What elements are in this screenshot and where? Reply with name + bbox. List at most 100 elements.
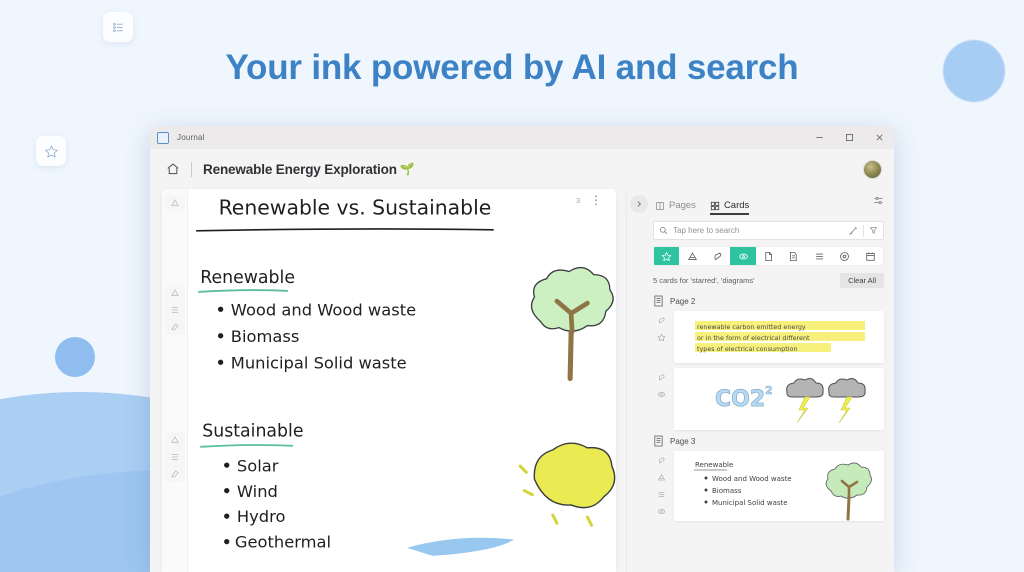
gutter-chip-section-2[interactable] bbox=[165, 432, 185, 482]
page-sheet[interactable]: 3 ⋮ Renewable vs. Sustainable Renewable … bbox=[162, 189, 616, 572]
card-row-note[interactable]: renewable carbon emitted energy or in th… bbox=[653, 311, 884, 363]
note-line-2: or in the form of electrical different bbox=[697, 334, 810, 342]
ink-pen-icon[interactable] bbox=[848, 226, 858, 236]
card-icon-column bbox=[653, 311, 669, 342]
gutter-chip-section[interactable] bbox=[165, 285, 185, 335]
search-input[interactable] bbox=[673, 226, 843, 235]
panel-tabs: Pages Cards bbox=[627, 189, 894, 215]
shape-icon bbox=[171, 199, 179, 206]
panel-collapse-button[interactable] bbox=[630, 195, 648, 213]
window-titlebar: Journal bbox=[150, 126, 894, 149]
filter-ink-button[interactable] bbox=[705, 247, 730, 265]
water-stroke bbox=[407, 537, 515, 556]
ink-title: Renewable vs. Sustainable bbox=[219, 195, 492, 219]
filter-icon[interactable] bbox=[869, 226, 878, 235]
card-row-diagram[interactable]: CO2 2 bbox=[653, 368, 884, 430]
storm-cloud-1 bbox=[786, 378, 824, 424]
tree-drawing bbox=[825, 462, 872, 521]
app-header: Renewable Energy Exploration 🌱 bbox=[150, 149, 894, 189]
at-icon bbox=[840, 251, 850, 261]
maximize-button[interactable] bbox=[834, 126, 864, 149]
ink-bullet-1: Wood and Wood waste bbox=[231, 300, 416, 319]
filter-shape-button[interactable] bbox=[679, 247, 704, 265]
home-icon bbox=[167, 163, 179, 175]
co2-superscript: 2 bbox=[765, 384, 773, 397]
home-button[interactable] bbox=[166, 162, 180, 176]
ink-heading-renewable: Renewable bbox=[200, 268, 295, 288]
page-group-header[interactable]: Page 2 bbox=[653, 295, 884, 307]
page-title[interactable]: Renewable Energy Exploration bbox=[203, 162, 397, 177]
panel-settings-button[interactable] bbox=[873, 193, 884, 215]
list-card-ink: Renewable Wood and Wood waste Biomass Mu… bbox=[694, 461, 872, 521]
search-divider bbox=[863, 224, 864, 237]
note-line-3: types of electrical consumption bbox=[697, 345, 798, 353]
floating-card-list bbox=[103, 12, 133, 42]
lightning-bolt-1 bbox=[796, 396, 811, 424]
chevron-right-icon bbox=[637, 201, 642, 207]
note-line-1: renewable carbon emitted energy bbox=[697, 323, 806, 331]
close-icon bbox=[875, 134, 883, 141]
window-title: Journal bbox=[177, 133, 205, 142]
ink-bullet-7: Geothermal bbox=[235, 533, 331, 552]
shape-icon bbox=[171, 289, 179, 296]
filter-calendar-button[interactable] bbox=[858, 247, 883, 265]
card-list[interactable]: Page 2 renewable carbon emitted energy o… bbox=[627, 295, 894, 572]
list-icon[interactable] bbox=[657, 490, 666, 499]
co2-clouds-lightning: CO2 2 bbox=[715, 378, 866, 424]
filter-mention-button[interactable] bbox=[832, 247, 857, 265]
sustainable-underline bbox=[200, 444, 294, 448]
ink-heading-sustainable: Sustainable bbox=[202, 422, 303, 442]
page-icon bbox=[654, 295, 663, 307]
cards-icon bbox=[710, 201, 720, 210]
card-bullet-2: Biomass bbox=[712, 487, 742, 495]
bullet-dot bbox=[704, 500, 708, 504]
gutter-chip-top[interactable] bbox=[165, 195, 185, 211]
ink-icon[interactable] bbox=[657, 456, 666, 465]
filter-list-button[interactable] bbox=[807, 247, 832, 265]
page-group-label: Page 2 bbox=[670, 296, 696, 306]
list-card[interactable]: Renewable Wood and Wood waste Biomass Mu… bbox=[674, 451, 884, 521]
bullet-dot bbox=[704, 476, 708, 480]
ink-bullet-3: Municipal Solid waste bbox=[231, 353, 407, 372]
note-canvas[interactable]: 3 ⋮ Renewable vs. Sustainable Renewable … bbox=[150, 189, 626, 572]
star-icon bbox=[662, 251, 672, 261]
minimize-button[interactable] bbox=[804, 126, 834, 149]
bullet-dot bbox=[217, 359, 224, 365]
page-group-header[interactable]: Page 3 bbox=[653, 435, 884, 447]
tab-cards[interactable]: Cards bbox=[709, 200, 750, 215]
filter-toolbar bbox=[653, 246, 884, 266]
co2-label: CO2 bbox=[715, 387, 765, 412]
filter-diagram-button[interactable] bbox=[730, 247, 756, 265]
document-edit-icon bbox=[790, 251, 798, 261]
filter-document-button[interactable] bbox=[756, 247, 781, 265]
avatar[interactable] bbox=[863, 159, 882, 179]
card-icon-column bbox=[653, 451, 669, 516]
tree-drawing bbox=[530, 267, 614, 382]
maximize-icon bbox=[845, 133, 853, 142]
close-button[interactable] bbox=[864, 126, 894, 149]
diagram-card[interactable]: CO2 2 bbox=[674, 368, 884, 430]
shape-icon bbox=[687, 251, 697, 260]
ink-icon bbox=[714, 252, 722, 260]
renewable-underline bbox=[198, 289, 288, 293]
document-icon bbox=[765, 251, 772, 261]
ink-icon bbox=[171, 323, 179, 331]
ink-bullet-6: Hydro bbox=[237, 507, 286, 526]
filter-star-button[interactable] bbox=[654, 247, 680, 265]
search-box[interactable] bbox=[653, 221, 884, 240]
card-bullet-3: Municipal Solid waste bbox=[712, 499, 788, 507]
note-card[interactable]: renewable carbon emitted energy or in th… bbox=[674, 311, 884, 363]
clear-all-button[interactable]: Clear All bbox=[840, 273, 884, 288]
card-row-list[interactable]: Renewable Wood and Wood waste Biomass Mu… bbox=[653, 451, 884, 521]
title-underline bbox=[196, 228, 494, 232]
shape-icon[interactable] bbox=[657, 473, 666, 482]
ink-icon[interactable] bbox=[657, 373, 666, 382]
tab-pages[interactable]: Pages bbox=[655, 200, 696, 215]
diagram-icon[interactable] bbox=[657, 507, 666, 516]
filter-document-edit-button[interactable] bbox=[781, 247, 806, 265]
ink-bullet-5: Wind bbox=[237, 482, 278, 501]
diagram-icon[interactable] bbox=[657, 390, 666, 399]
star-icon[interactable] bbox=[657, 333, 666, 342]
storm-cloud-2 bbox=[828, 378, 866, 424]
ink-icon[interactable] bbox=[657, 316, 666, 325]
